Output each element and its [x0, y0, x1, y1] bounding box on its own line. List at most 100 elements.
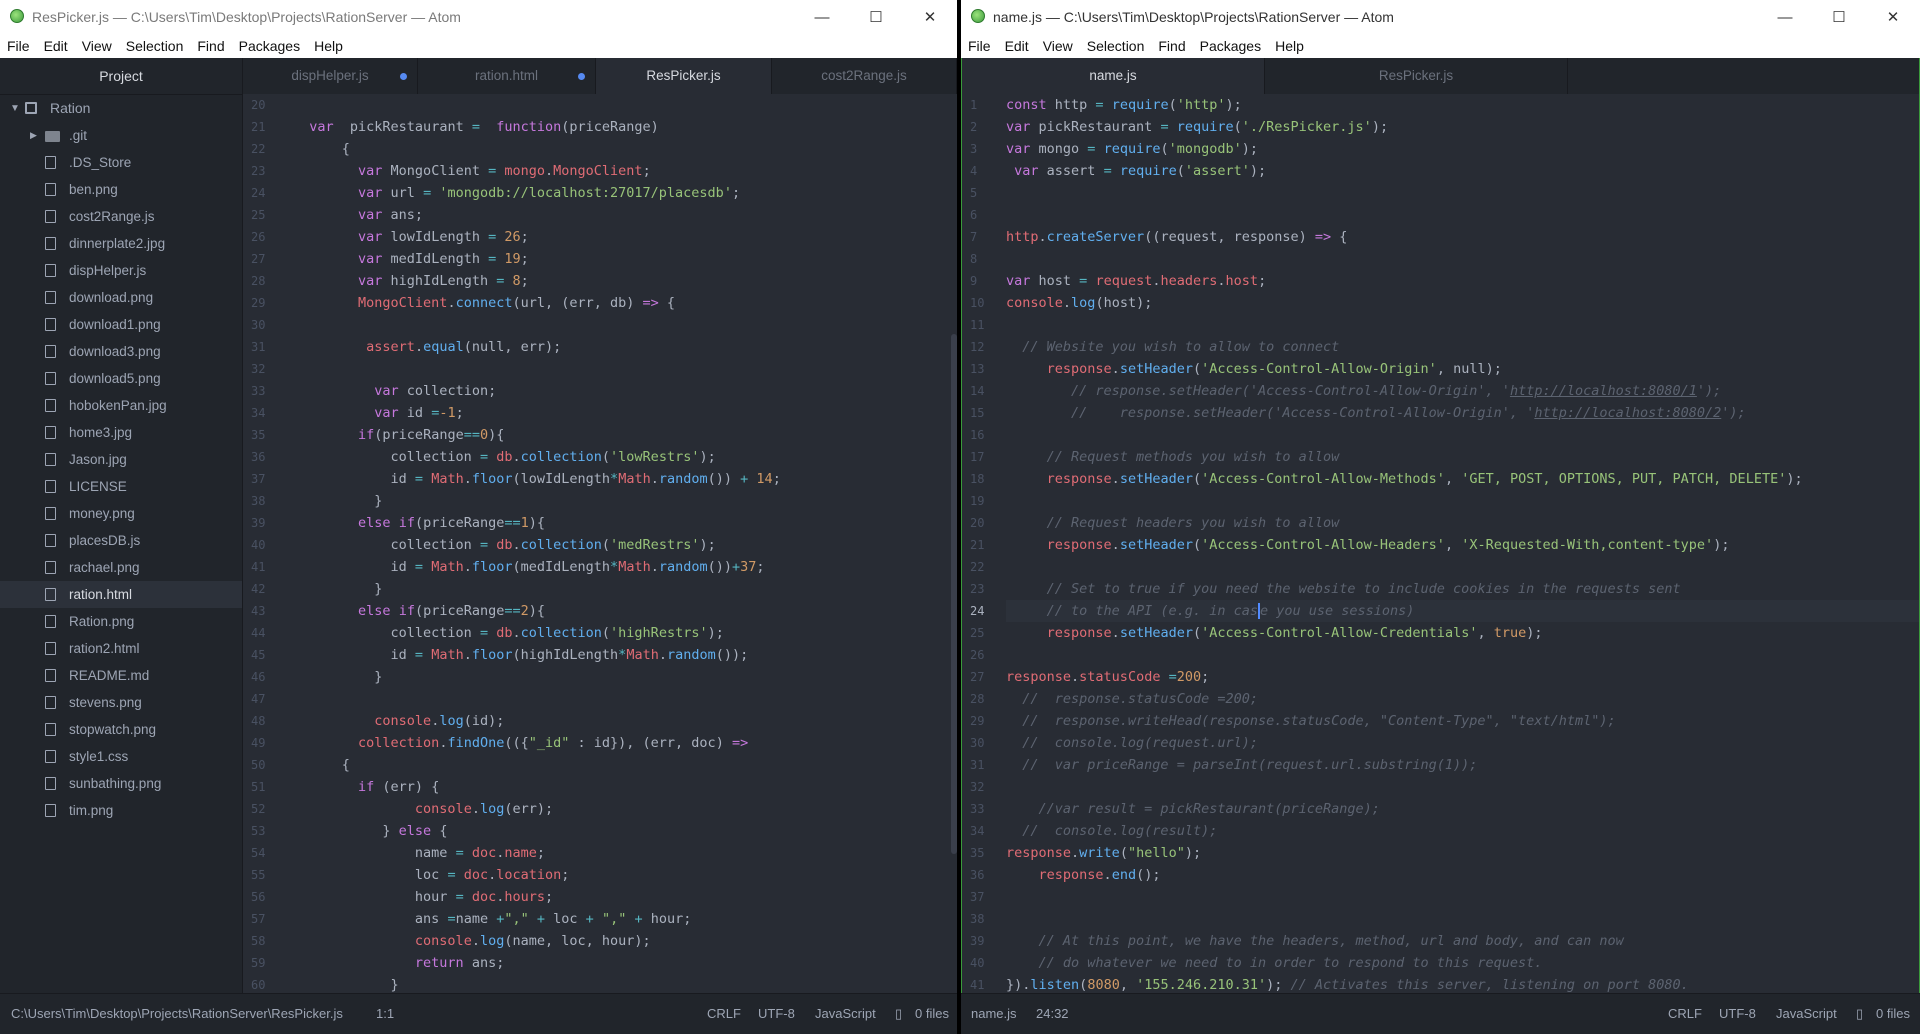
status-grammar[interactable]: JavaScript	[1776, 1006, 1837, 1021]
code-line[interactable]: // Request methods you wish to allow	[1006, 446, 1919, 468]
code-line[interactable]	[1006, 182, 1919, 204]
menu-view[interactable]: View	[1036, 38, 1080, 54]
chevron-down-icon[interactable]: ▼	[10, 95, 20, 122]
code-line[interactable]: id = Math.floor(lowIdLength*Math.random(…	[293, 468, 957, 490]
code-line[interactable]: var pickRestaurant = function(priceRange…	[293, 116, 957, 138]
code-line[interactable]: var collection;	[293, 380, 957, 402]
code-line[interactable]	[1006, 776, 1919, 798]
tree-item[interactable]: download1.png	[0, 311, 242, 338]
code-line[interactable]: if (err) {	[293, 776, 957, 798]
status-files[interactable]: 0 files	[915, 1006, 949, 1021]
code-line[interactable]: // do whatever we need to in order to re…	[1006, 952, 1919, 974]
menu-find[interactable]: Find	[1151, 38, 1192, 54]
code-line[interactable]: console.log(host);	[1006, 292, 1919, 314]
code-line[interactable]: collection.findOne(({"_id" : id}), (err,…	[293, 732, 957, 754]
tree-item[interactable]: dinnerplate2.jpg	[0, 230, 242, 257]
code-line[interactable]: collection = db.collection('lowRestrs');	[293, 446, 957, 468]
code-line[interactable]: var medIdLength = 19;	[293, 248, 957, 270]
code-line[interactable]: ans =name +"," + loc + "," + hour;	[293, 908, 957, 930]
code-line[interactable]: // var priceRange = parseInt(request.url…	[1006, 754, 1919, 776]
code-line[interactable]: const http = require('http');	[1006, 94, 1919, 116]
tree-item[interactable]: Jason.jpg	[0, 446, 242, 473]
code-line[interactable]: http.createServer((request, response) =>…	[1006, 226, 1919, 248]
tree-item-selected[interactable]: ration.html	[0, 581, 242, 608]
status-cursor-position[interactable]: 1:1	[376, 1006, 394, 1021]
status-file-name[interactable]: name.js	[971, 1006, 1017, 1021]
minimize-button[interactable]: —	[795, 0, 849, 34]
menu-selection[interactable]: Selection	[1080, 38, 1152, 54]
status-files[interactable]: 0 files	[1876, 1006, 1910, 1021]
code-line[interactable]	[293, 94, 957, 116]
code-line[interactable]: //var result = pickRestaurant(priceRange…	[1006, 798, 1919, 820]
code-line[interactable]	[1006, 424, 1919, 446]
menu-find[interactable]: Find	[190, 38, 231, 54]
menu-help[interactable]: Help	[1268, 38, 1311, 54]
vertical-scrollbar[interactable]	[951, 334, 957, 854]
tree-item[interactable]: download3.png	[0, 338, 242, 365]
tree-item[interactable]: home3.jpg	[0, 419, 242, 446]
menu-edit[interactable]: Edit	[37, 38, 75, 54]
status-encoding[interactable]: UTF-8	[1719, 1006, 1756, 1021]
code-line[interactable]	[293, 314, 957, 336]
tree-item[interactable]: cost2Range.js	[0, 203, 242, 230]
code-line[interactable]: var mongo = require('mongodb');	[1006, 138, 1919, 160]
menu-file[interactable]: File	[0, 38, 37, 54]
code-line[interactable]: MongoClient.connect(url, (err, db) => {	[293, 292, 957, 314]
tree-item[interactable]: stevens.png	[0, 689, 242, 716]
tree-item[interactable]: hobokenPan.jpg	[0, 392, 242, 419]
code-line[interactable]: }	[293, 490, 957, 512]
tree-item[interactable]: style1.css	[0, 743, 242, 770]
code-line[interactable]: assert.equal(null, err);	[293, 336, 957, 358]
code-line[interactable]: var lowIdLength = 26;	[293, 226, 957, 248]
tab-ration-html[interactable]: ration.html	[418, 58, 596, 94]
code-line[interactable]: var ans;	[293, 204, 957, 226]
tree-item[interactable]: download.png	[0, 284, 242, 311]
code-line[interactable]: // console.log(result);	[1006, 820, 1919, 842]
code-line[interactable]: response.statusCode =200;	[1006, 666, 1919, 688]
code-line[interactable]: console.log(id);	[293, 710, 957, 732]
code-line[interactable]: var assert = require('assert');	[1006, 160, 1919, 182]
code-line[interactable]: // response.setHeader('Access-Control-Al…	[1006, 402, 1919, 424]
code-line[interactable]: {	[293, 138, 957, 160]
code-line[interactable]: }	[293, 578, 957, 600]
maximize-button[interactable]: ☐	[849, 0, 903, 34]
tab-cost2range[interactable]: cost2Range.js	[772, 58, 957, 94]
menu-packages[interactable]: Packages	[1193, 38, 1268, 54]
code-line[interactable]: id = Math.floor(medIdLength*Math.random(…	[293, 556, 957, 578]
tree-item[interactable]: stopwatch.png	[0, 716, 242, 743]
menu-help[interactable]: Help	[307, 38, 350, 54]
code-line[interactable]	[1006, 886, 1919, 908]
maximize-button[interactable]: ☐	[1812, 0, 1866, 34]
tree-item[interactable]: dispHelper.js	[0, 257, 242, 284]
chevron-right-icon[interactable]: ▶	[30, 122, 37, 149]
code-line[interactable]: var highIdLength = 8;	[293, 270, 957, 292]
status-cursor-position[interactable]: 24:32	[1036, 1006, 1069, 1021]
close-button[interactable]: ✕	[1866, 0, 1920, 34]
status-grammar[interactable]: JavaScript	[815, 1006, 876, 1021]
menu-packages[interactable]: Packages	[232, 38, 307, 54]
close-button[interactable]: ✕	[903, 0, 957, 34]
code-line[interactable]: // response.writeHead(response.statusCod…	[1006, 710, 1919, 732]
code-line[interactable]: response.setHeader('Access-Control-Allow…	[1006, 622, 1919, 644]
tree-item[interactable]: download5.png	[0, 365, 242, 392]
code-line[interactable]: // response.statusCode =200;	[1006, 688, 1919, 710]
code-line[interactable]: }	[293, 974, 957, 994]
code-line[interactable]	[1006, 908, 1919, 930]
code-line[interactable]: // Website you wish to allow to connect	[1006, 336, 1919, 358]
code-line[interactable]: collection = db.collection('medRestrs');	[293, 534, 957, 556]
status-line-ending[interactable]: CRLF	[707, 1006, 741, 1021]
code-line[interactable]: response.setHeader('Access-Control-Allow…	[1006, 534, 1919, 556]
code-line[interactable]: if(priceRange==0){	[293, 424, 957, 446]
code-line[interactable]: var url = 'mongodb://localhost:27017/pla…	[293, 182, 957, 204]
code-area[interactable]: var pickRestaurant = function(priceRange…	[293, 94, 957, 994]
code-line[interactable]	[1006, 556, 1919, 578]
code-line[interactable]: response.setHeader('Access-Control-Allow…	[1006, 468, 1919, 490]
code-line[interactable]: // Set to true if you need the website t…	[1006, 578, 1919, 600]
minimize-button[interactable]: —	[1758, 0, 1812, 34]
code-line[interactable]: } else {	[293, 820, 957, 842]
code-line[interactable]: else if(priceRange==2){	[293, 600, 957, 622]
status-file-path[interactable]: C:\Users\Tim\Desktop\Projects\RationServ…	[11, 1006, 343, 1021]
code-line[interactable]	[1006, 314, 1919, 336]
code-line[interactable]: response.write("hello");	[1006, 842, 1919, 864]
tab-name-js-active[interactable]: name.js	[962, 58, 1265, 94]
